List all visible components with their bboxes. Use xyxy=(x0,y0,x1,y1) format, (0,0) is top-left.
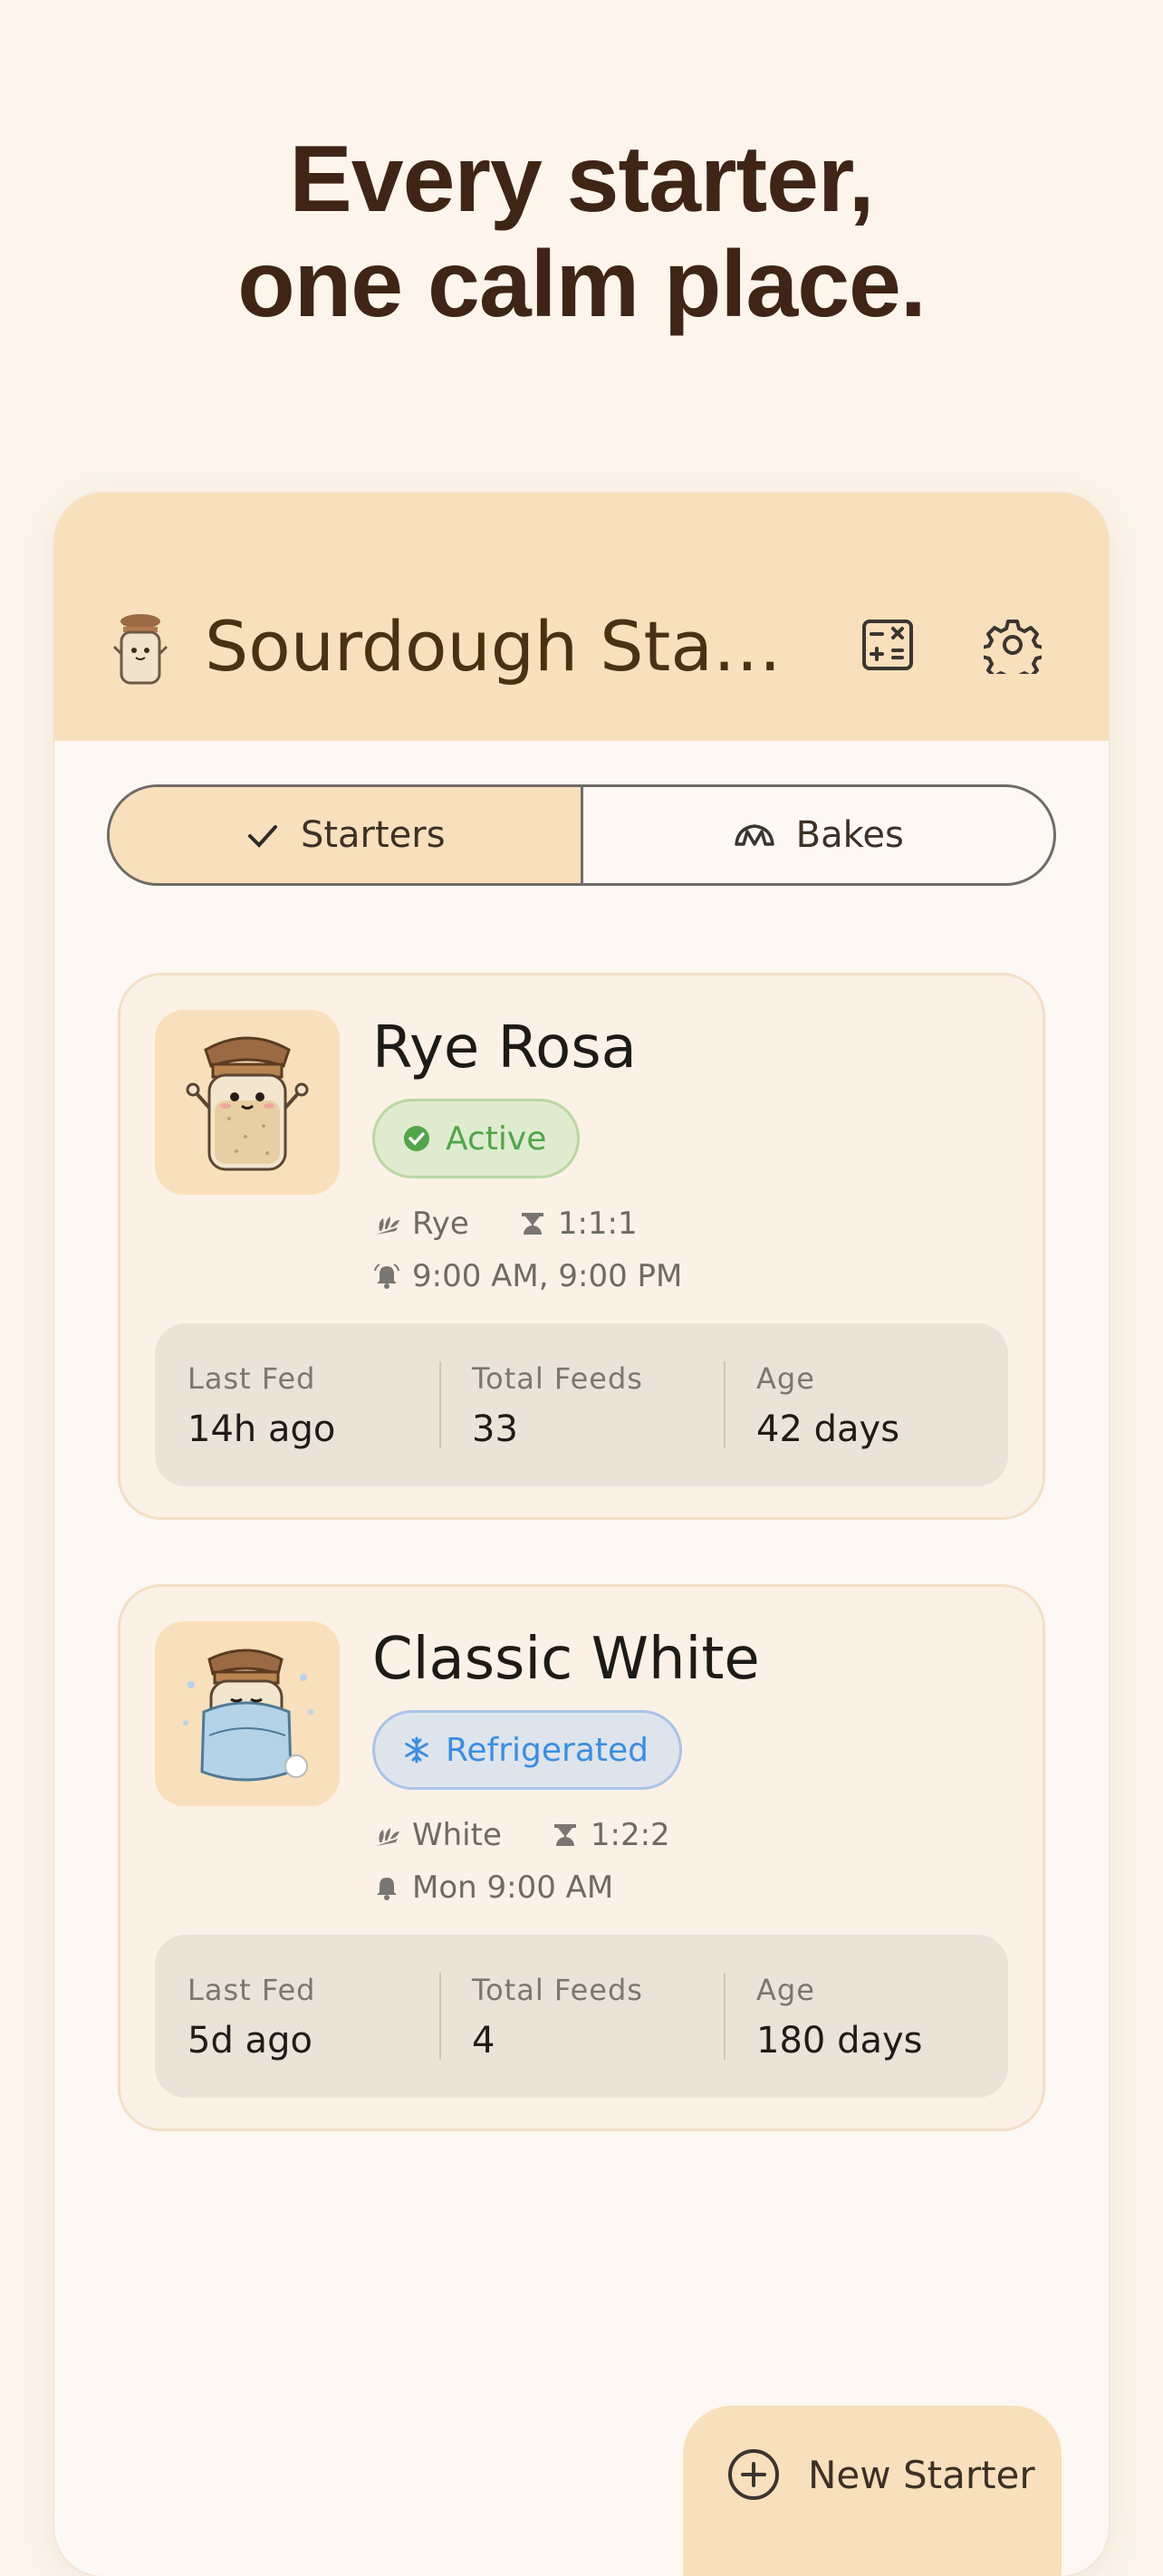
app-bar: Sourdough Start... xyxy=(54,493,1109,741)
stat-label: Age xyxy=(756,1973,815,2007)
starter-meta-row: Rye 1:1:1 xyxy=(372,1206,638,1242)
tab-starters-label: Starters xyxy=(300,814,446,856)
segmented-tabs: Starters Bakes xyxy=(107,784,1056,886)
flour-type: Rye xyxy=(412,1206,469,1242)
stat-label: Total Feeds xyxy=(472,1973,643,2007)
wheat-icon xyxy=(372,1209,401,1238)
starter-meta-row: White 1:2:2 xyxy=(372,1817,670,1853)
stat-value: 42 days xyxy=(756,1408,900,1450)
starter-stats: Last Fed 5d ago Total Feeds 4 Age 180 da… xyxy=(155,1935,1008,2098)
bell-icon xyxy=(372,1873,401,1902)
new-starter-button[interactable]: New Starter xyxy=(683,2406,1062,2576)
starter-name: Classic White xyxy=(372,1626,760,1693)
stat-last-fed: Last Fed 5d ago xyxy=(155,1935,439,2098)
gear-icon[interactable] xyxy=(984,616,1042,674)
stat-value: 4 xyxy=(472,2020,495,2062)
plus-circle-icon xyxy=(725,2446,783,2504)
jar-mascot-icon xyxy=(112,612,168,688)
starter-schedule-row: Mon 9:00 AM xyxy=(372,1870,613,1906)
headline-line-2: one calm place. xyxy=(237,232,927,337)
status-badge: Active xyxy=(372,1099,581,1178)
check-icon xyxy=(245,817,281,853)
starter-stats: Last Fed 14h ago Total Feeds 33 Age 42 d… xyxy=(155,1323,1008,1486)
feed-ratio: 1:1:1 xyxy=(557,1206,638,1242)
new-starter-label: New Starter xyxy=(808,2453,1035,2497)
scale-icon xyxy=(551,1821,580,1850)
snowflake-icon xyxy=(402,1735,431,1764)
check-circle-icon xyxy=(402,1124,431,1153)
stat-label: Total Feeds xyxy=(472,1361,643,1396)
calculator-icon[interactable] xyxy=(859,616,917,674)
feeding-schedule: Mon 9:00 AM xyxy=(412,1870,614,1906)
starter-card[interactable]: Rye Rosa Active Rye 1:1:1 9:00 AM, 9:00 … xyxy=(118,973,1045,1520)
croissant-icon xyxy=(733,817,776,853)
stat-label: Age xyxy=(756,1361,815,1396)
tab-bakes-label: Bakes xyxy=(795,814,904,856)
feeding-schedule: 9:00 AM, 9:00 PM xyxy=(412,1258,683,1294)
stat-value: 14h ago xyxy=(187,1408,336,1450)
wheat-icon xyxy=(372,1821,401,1850)
status-badge: Refrigerated xyxy=(372,1710,682,1790)
marketing-headline: Every starter, one calm place. xyxy=(0,127,1163,337)
starter-schedule-row: 9:00 AM, 9:00 PM xyxy=(372,1258,682,1294)
status-label: Refrigerated xyxy=(446,1731,649,1769)
scale-icon xyxy=(518,1209,547,1238)
alarm-bell-icon xyxy=(372,1262,401,1291)
stat-value: 5d ago xyxy=(187,2020,312,2062)
stat-value: 33 xyxy=(472,1408,518,1450)
stat-total-feeds: Total Feeds 4 xyxy=(439,1935,724,2098)
stat-label: Last Fed xyxy=(187,1361,316,1396)
status-label: Active xyxy=(446,1120,547,1158)
starter-avatar xyxy=(155,1621,340,1806)
stat-age: Age 42 days xyxy=(724,1323,1008,1486)
stat-total-feeds: Total Feeds 33 xyxy=(439,1323,724,1486)
starter-name: Rye Rosa xyxy=(372,1014,637,1081)
stat-value: 180 days xyxy=(756,2020,923,2062)
tab-bakes[interactable]: Bakes xyxy=(583,787,1054,883)
flour-type: White xyxy=(412,1817,502,1853)
app-title: Sourdough Start... xyxy=(205,606,784,687)
starter-avatar xyxy=(155,1010,340,1195)
tab-starters[interactable]: Starters xyxy=(110,787,583,883)
stat-last-fed: Last Fed 14h ago xyxy=(155,1323,439,1486)
headline-line-1: Every starter, xyxy=(289,127,874,232)
app-screen: Sourdough Start... Starters Bakes Rye Ro… xyxy=(54,493,1109,2576)
stat-age: Age 180 days xyxy=(724,1935,1008,2098)
stat-label: Last Fed xyxy=(187,1973,316,2007)
feed-ratio: 1:2:2 xyxy=(590,1817,670,1853)
starter-card[interactable]: Classic White Refrigerated White 1:2:2 M… xyxy=(118,1584,1045,2131)
